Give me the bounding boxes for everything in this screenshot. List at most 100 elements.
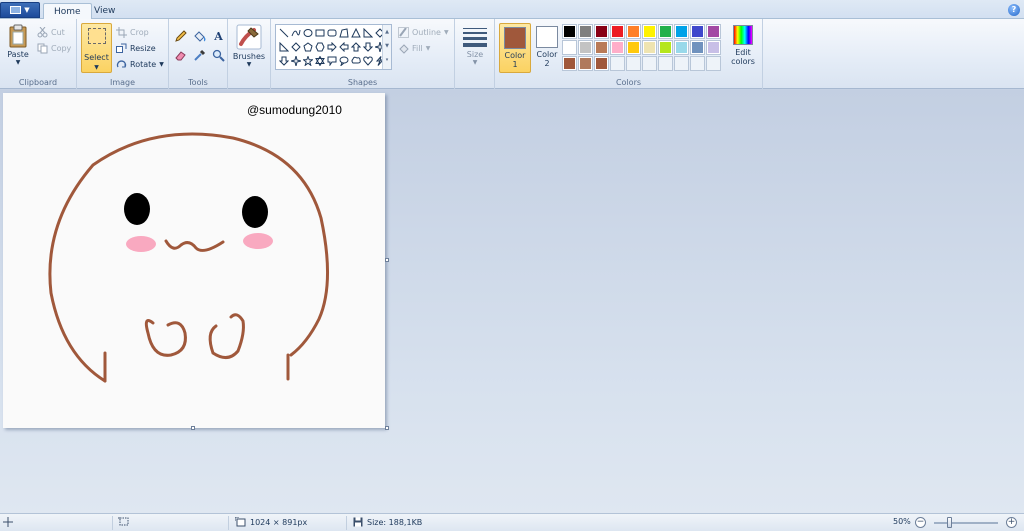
canvas-resize-handle-corner[interactable] [385, 426, 389, 430]
callout-cloud-shape-icon[interactable] [350, 54, 362, 68]
hexagon-shape-icon[interactable] [314, 40, 326, 54]
canvas-resize-handle-right[interactable] [385, 258, 389, 262]
crop-button[interactable]: Crop [116, 26, 149, 39]
select-button[interactable]: Select ▼ [81, 23, 112, 73]
palette-swatch-color [708, 26, 719, 37]
tools-grid: A [172, 28, 227, 65]
six-point-star-shape-icon[interactable] [314, 54, 326, 68]
callout-oval-shape-icon[interactable] [338, 54, 350, 68]
palette-swatch[interactable] [674, 40, 689, 55]
palette-swatch[interactable] [626, 40, 641, 55]
palette-swatch[interactable] [626, 24, 641, 39]
scissors-icon [37, 27, 48, 38]
diamond-shape-icon[interactable] [290, 40, 302, 54]
palette-swatch[interactable] [578, 24, 593, 39]
eraser-icon[interactable] [172, 47, 189, 64]
palette-swatch-color [596, 58, 607, 69]
app-menu-button[interactable]: ▼ [0, 2, 40, 18]
palette-swatch[interactable] [658, 56, 673, 71]
four-point-star-shape-icon[interactable] [290, 54, 302, 68]
palette-swatch[interactable] [690, 40, 705, 55]
palette-swatch[interactable] [610, 40, 625, 55]
palette-swatch[interactable] [578, 40, 593, 55]
magnifier-icon[interactable] [210, 47, 227, 64]
tab-view[interactable]: View [84, 3, 125, 20]
zoom-level-text: 50% [893, 517, 911, 526]
rectangle-shape-icon[interactable] [314, 26, 326, 40]
palette-swatch[interactable] [690, 56, 705, 71]
image-group-label: Image [109, 78, 136, 87]
left-blush [126, 236, 156, 252]
fill-bucket-icon[interactable] [191, 28, 208, 45]
copy-button[interactable]: Copy [37, 42, 71, 55]
palette-swatch[interactable] [642, 56, 657, 71]
paste-button[interactable]: Paste ▼ [4, 24, 32, 66]
canvas-watermark-text: @sumodung2010 [247, 103, 342, 117]
palette-swatch[interactable] [610, 56, 625, 71]
edit-colors-line2: colors [731, 57, 755, 66]
palette-swatch[interactable] [690, 24, 705, 39]
heart-shape-icon[interactable] [362, 54, 374, 68]
rotate-button[interactable]: Rotate ▼ [116, 58, 164, 71]
down-arrow-shape-icon[interactable] [362, 40, 374, 54]
curve-shape-icon[interactable] [290, 26, 302, 40]
color2-button[interactable]: Color 2 [531, 23, 563, 73]
text-icon[interactable]: A [210, 28, 227, 45]
canvas-workspace[interactable]: @sumodung2010 [0, 90, 1024, 513]
right-triangle-shape-icon[interactable] [362, 26, 374, 40]
palette-swatch[interactable] [578, 56, 593, 71]
canvas-resize-handle-bottom[interactable] [191, 426, 195, 430]
palette-swatch[interactable] [594, 24, 609, 39]
shapes-scrollbar[interactable]: ▲ ▼ ▾ [382, 25, 391, 69]
palette-swatch[interactable] [642, 24, 657, 39]
palette-swatch[interactable] [674, 24, 689, 39]
palette-swatch[interactable] [706, 40, 721, 55]
palette-swatch[interactable] [642, 40, 657, 55]
polygon-shape-icon[interactable] [338, 26, 350, 40]
zoom-slider-thumb[interactable] [947, 517, 952, 528]
palette-swatch[interactable] [658, 24, 673, 39]
pencil-icon[interactable] [172, 28, 189, 45]
five-point-star-shape-icon[interactable] [302, 54, 314, 68]
colors-group-label: Colors [615, 78, 642, 87]
palette-swatch[interactable] [658, 40, 673, 55]
image-dimensions: 1024 × 891px [235, 517, 307, 527]
zoom-slider-track[interactable] [934, 522, 998, 524]
ribbon-tab-bar: ▼ Home View ? [0, 0, 1024, 20]
down-arrow-shape-icon[interactable] [278, 54, 290, 68]
zoom-in-icon[interactable]: + [1006, 517, 1017, 528]
rounded-rectangle-shape-icon[interactable] [326, 26, 338, 40]
palette-swatch[interactable] [562, 56, 577, 71]
pentagon-shape-icon[interactable] [302, 40, 314, 54]
outline-button[interactable]: Outline ▼ [398, 26, 449, 39]
drawing-canvas[interactable]: @sumodung2010 [3, 93, 385, 428]
triangle-shape-icon[interactable] [350, 26, 362, 40]
palette-swatch[interactable] [594, 40, 609, 55]
right-arrow-shape-icon[interactable] [326, 40, 338, 54]
palette-swatch[interactable] [674, 56, 689, 71]
palette-swatch[interactable] [626, 56, 641, 71]
left-arrow-shape-icon[interactable] [338, 40, 350, 54]
color1-button[interactable]: Color 1 [499, 23, 531, 73]
size-button[interactable]: Size ▼ [460, 24, 490, 74]
cut-button[interactable]: Cut [37, 26, 65, 39]
palette-swatch[interactable] [610, 24, 625, 39]
callout-rect-shape-icon[interactable] [326, 54, 338, 68]
help-icon[interactable]: ? [1008, 4, 1020, 16]
palette-swatch[interactable] [594, 56, 609, 71]
resize-button[interactable]: Resize [116, 42, 156, 55]
line-shape-icon[interactable] [278, 26, 290, 40]
palette-swatch[interactable] [562, 24, 577, 39]
edit-colors-button[interactable]: Edit colors [728, 23, 758, 73]
zoom-out-icon[interactable]: − [915, 517, 926, 528]
color-picker-icon[interactable] [191, 47, 208, 64]
palette-swatch[interactable] [562, 40, 577, 55]
up-arrow-shape-icon[interactable] [350, 40, 362, 54]
palette-swatch[interactable] [706, 56, 721, 71]
brushes-button[interactable]: Brushes ▼ [232, 24, 266, 68]
fill-button[interactable]: Fill ▼ [398, 42, 430, 55]
right-triangle-shape-icon[interactable] [278, 40, 290, 54]
color1-swatch [504, 27, 526, 49]
oval-shape-icon[interactable] [302, 26, 314, 40]
palette-swatch[interactable] [706, 24, 721, 39]
